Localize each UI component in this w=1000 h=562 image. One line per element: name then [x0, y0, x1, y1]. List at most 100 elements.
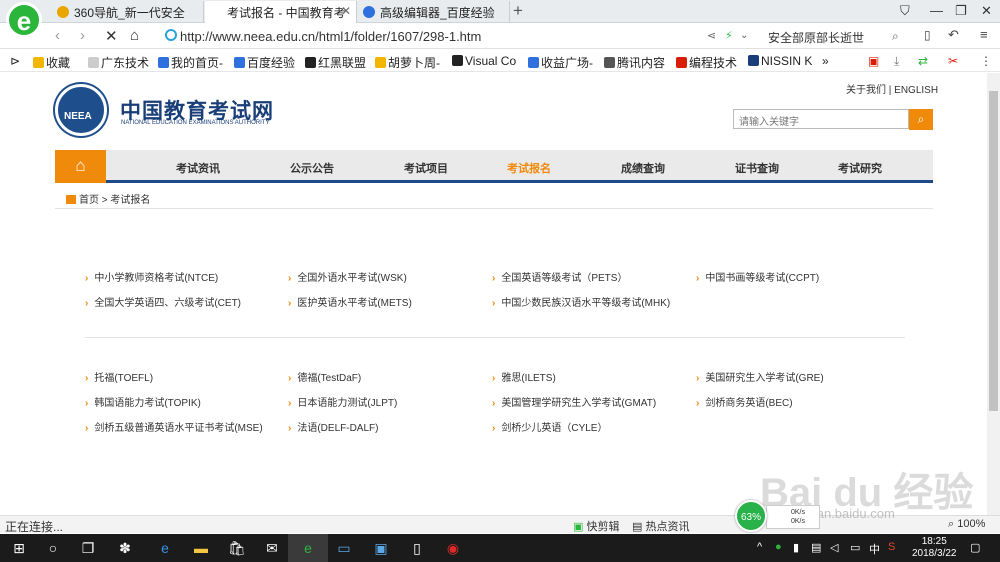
bookmark-item[interactable]: 红黑联盟	[305, 54, 366, 71]
network-icon[interactable]: ▤	[811, 541, 821, 554]
shirt-skin-icon[interactable]: ⛉	[900, 3, 910, 19]
nav-signup[interactable]: 考试报名	[507, 160, 551, 176]
computer-icon[interactable]: ▭	[335, 539, 353, 557]
exam-link[interactable]: 法语(DELF-DALF)	[288, 419, 378, 434]
nav-news[interactable]: 考试资讯	[176, 160, 220, 176]
undo-icon[interactable]: ↶	[948, 27, 959, 43]
tab-exam-signup[interactable]: 考试报名 - 中国教育考 ✕	[205, 1, 357, 24]
clip-button[interactable]: ▣ 快剪辑	[573, 518, 619, 534]
bookmark-item[interactable]: 广东技术	[88, 54, 149, 71]
file-explorer-icon[interactable]: ▬	[192, 539, 210, 557]
bookmark-item[interactable]: 编程技术	[676, 54, 737, 71]
nav-scores[interactable]: 成绩查询	[621, 160, 665, 176]
clock[interactable]: 18:25 2018/3/22	[912, 536, 957, 560]
store-icon[interactable]: 🛍	[228, 539, 246, 557]
menu-icon[interactable]: ≡	[980, 27, 988, 42]
tab-360-nav[interactable]: 360导航_新一代安全	[52, 1, 204, 23]
close-icon[interactable]: ✕	[341, 4, 351, 18]
windows-start-icon[interactable]: ⊞	[10, 539, 28, 557]
translate-icon[interactable]: ⇄	[918, 54, 928, 68]
scrollbar-thumb[interactable]	[989, 91, 998, 411]
nav-research[interactable]: 考试研究	[838, 160, 882, 176]
edge-icon[interactable]: e	[156, 539, 174, 557]
stop-icon[interactable]: ✕	[105, 27, 118, 45]
exam-link[interactable]: 医护英语水平考试(METS)	[288, 294, 411, 309]
exam-link[interactable]: 全国外语水平考试(WSK)	[288, 269, 406, 284]
exam-link[interactable]: 剑桥五级普通英语水平证书考试(MSE)	[85, 419, 262, 434]
site-search-button[interactable]: ⌕	[909, 109, 933, 130]
browser-logo-icon[interactable]: e	[6, 2, 42, 38]
site-search-input[interactable]: 请输入关键字	[733, 109, 909, 129]
address-bar[interactable]: http://www.neea.edu.cn/html1/folder/1607…	[160, 26, 700, 46]
exam-link[interactable]: 全国大学英语四、六级考试(CET)	[85, 294, 241, 309]
ime-indicator[interactable]: 中	[869, 541, 880, 557]
exam-link[interactable]: 托福(TOEFL)	[85, 369, 153, 384]
cortana-icon[interactable]: ○	[44, 539, 62, 557]
netease-music-icon[interactable]: ◉	[444, 539, 462, 557]
remote-desktop-icon[interactable]: ▣	[372, 539, 390, 557]
nav-certificates[interactable]: 证书查询	[735, 160, 779, 176]
phone-icon[interactable]: ▯	[924, 28, 931, 42]
exam-link[interactable]: 美国研究生入学考试(GRE)	[696, 369, 823, 384]
bookmark-item[interactable]: NISSIN K	[748, 54, 812, 68]
bookmark-item[interactable]: 腾讯内容	[604, 54, 665, 71]
lightning-icon[interactable]: ⚡	[725, 29, 733, 42]
forward-icon[interactable]: ›	[80, 27, 85, 44]
news-icon[interactable]: ▣	[868, 54, 879, 68]
nav-notice[interactable]: 公示公告	[290, 160, 334, 176]
tray-expand-icon[interactable]: ^	[757, 541, 762, 553]
hot-news-button[interactable]: ▤ 热点资讯	[632, 518, 689, 534]
bookmark-item[interactable]: 我的首页-	[158, 54, 223, 71]
bookmark-item[interactable]: 胡萝卜周-	[375, 54, 440, 71]
document-icon[interactable]: ▯	[408, 539, 426, 557]
exam-link[interactable]: 中国少数民族汉语水平等级考试(MHK)	[492, 294, 670, 309]
scrollbar[interactable]	[987, 73, 1000, 515]
bookmark-item[interactable]: 百度经验	[234, 54, 295, 71]
more-tools-icon[interactable]: ⋮	[980, 54, 992, 68]
download-icon[interactable]: ⤓	[894, 54, 899, 69]
chevron-down-icon[interactable]: ⌄	[740, 30, 748, 41]
zoom-level[interactable]: ⌕ 100%	[948, 518, 985, 531]
nav-projects[interactable]: 考试项目	[404, 160, 448, 176]
360-browser-taskbar-icon[interactable]: e	[288, 534, 328, 562]
bookmark-item[interactable]: 收益广场-	[528, 54, 593, 71]
share-icon[interactable]: ⋖	[707, 29, 716, 42]
exam-link[interactable]: 美国管理学研究生入学考试(GMAT)	[492, 394, 656, 409]
tab-baidu-jingyan[interactable]: 高级编辑器_百度经验	[358, 1, 510, 23]
exam-link[interactable]: 中小学教师资格考试(NTCE)	[85, 269, 218, 284]
close-window-icon[interactable]: ✕	[981, 3, 992, 19]
exam-link[interactable]: 全国英语等级考试（PETS）	[492, 269, 627, 284]
exam-link[interactable]: 剑桥少儿英语（CYLE）	[492, 419, 607, 434]
home-icon[interactable]: ⌂	[130, 27, 139, 44]
more-bookmarks-icon[interactable]: »	[822, 54, 829, 68]
tray-icon[interactable]: ▮	[793, 541, 799, 554]
bookmarks-toggle-icon[interactable]: ⊳	[10, 54, 20, 68]
back-icon[interactable]: ‹	[55, 27, 60, 44]
restore-icon[interactable]: ❐	[955, 3, 967, 19]
exam-link[interactable]: 日本语能力测试(JLPT)	[288, 394, 397, 409]
new-tab-button[interactable]: +	[513, 1, 523, 21]
volume-icon[interactable]: ◁	[830, 541, 838, 554]
mail-icon[interactable]: ✉	[263, 539, 281, 557]
bookmark-item[interactable]: Visual Co	[452, 54, 516, 68]
minimize-icon[interactable]: —	[930, 3, 943, 18]
exam-link[interactable]: 德福(TestDaF)	[288, 369, 361, 384]
exam-link[interactable]: 剑桥商务英语(BEC)	[696, 394, 792, 409]
top-links[interactable]: 关于我们 | ENGLISH	[846, 81, 938, 96]
exam-link[interactable]: 韩国语能力考试(TOPIK)	[85, 394, 200, 409]
360-tray-icon[interactable]: ●	[775, 541, 782, 553]
speed-ball[interactable]: 63%	[735, 500, 767, 532]
notification-icon[interactable]: ▢	[970, 541, 980, 554]
fan-icon[interactable]: ✽	[116, 539, 134, 557]
battery-icon[interactable]: ▭	[850, 541, 860, 554]
exam-link[interactable]: 雅思(ILETS)	[492, 369, 555, 384]
task-view-icon[interactable]: ❐	[79, 539, 97, 557]
scissors-icon[interactable]: ✂	[948, 54, 958, 68]
neea-logo[interactable]: NEEA	[55, 84, 107, 136]
home-button[interactable]: ⌂	[55, 150, 106, 183]
bookmark-item[interactable]: 收藏	[33, 54, 70, 71]
search-icon[interactable]: ⌕	[892, 29, 899, 44]
search-box[interactable]: 安全部原部长逝世	[760, 26, 910, 46]
sogou-icon[interactable]: S	[888, 541, 895, 553]
address-url[interactable]: http://www.neea.edu.cn/html1/folder/1607…	[180, 29, 481, 44]
